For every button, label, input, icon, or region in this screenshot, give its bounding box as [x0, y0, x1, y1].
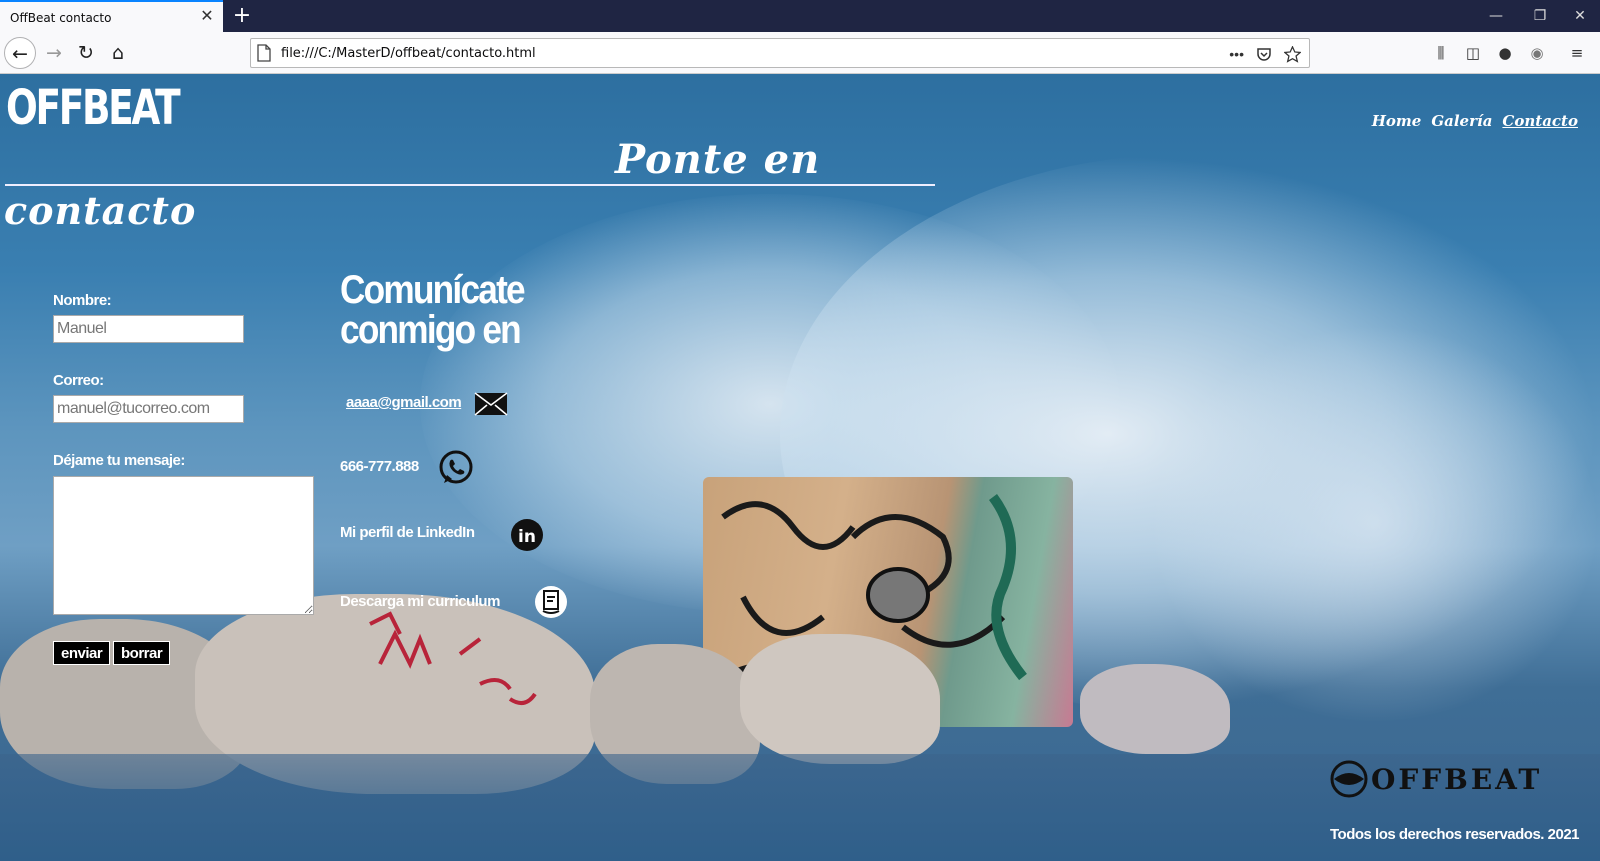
browser-toolbar: ← → ↻ ⌂ file:///C:/MasterD/offbeat/conta…	[0, 32, 1600, 74]
name-label: Nombre:	[53, 292, 112, 309]
linkedin-icon[interactable]: in	[510, 518, 544, 552]
reload-icon[interactable]: ↻	[70, 37, 102, 69]
browser-tab-bar: OffBeat contacto ✕ + — ❐ ✕	[0, 0, 1600, 32]
menu-icon[interactable]: ≡	[1566, 42, 1588, 64]
envelope-icon[interactable]	[474, 392, 508, 416]
phone-number: 666-777.888	[340, 458, 419, 475]
footer-logo-text: OFFBEAT	[1371, 763, 1542, 796]
url-text: file:///C:/MasterD/offbeat/contacto.html	[281, 46, 536, 61]
copyright-text: Todos los derechos reservados. 2021	[1330, 826, 1580, 843]
minimize-icon[interactable]: —	[1476, 4, 1516, 28]
pocket-icon[interactable]	[1256, 46, 1272, 62]
account-icon[interactable]: ●	[1494, 42, 1516, 64]
url-actions: •••	[1229, 43, 1301, 65]
site-nav: Home Galería Contacto	[1372, 112, 1578, 130]
back-arrow-icon[interactable]: ←	[4, 37, 36, 69]
email-link[interactable]: aaaa@gmail.com	[346, 394, 462, 411]
page-heading-line2: contacto	[4, 188, 197, 233]
web-page: OFFBEAT Home Galería Contacto Ponte en c…	[0, 74, 1600, 861]
nav-link-home[interactable]: Home	[1372, 112, 1422, 130]
svg-text:in: in	[518, 527, 536, 547]
cv-download-icon[interactable]	[534, 585, 568, 619]
tab-close-icon[interactable]: ✕	[197, 7, 217, 27]
close-window-icon[interactable]: ✕	[1560, 4, 1600, 28]
sidebar-icon[interactable]: ◫	[1462, 42, 1484, 64]
browser-tab[interactable]: OffBeat contacto ✕	[0, 0, 223, 32]
footer-logo[interactable]: OFFBEAT	[1327, 759, 1567, 799]
url-bar[interactable]: file:///C:/MasterD/offbeat/contacto.html…	[250, 38, 1310, 68]
site-logo[interactable]: OFFBEAT	[6, 80, 181, 136]
nav-link-galeria[interactable]: Galería	[1431, 112, 1492, 130]
bookmark-star-icon[interactable]	[1284, 45, 1301, 63]
contact-title: Comunícate conmigo en	[340, 268, 526, 352]
message-textarea[interactable]	[53, 476, 314, 615]
email-label: Correo:	[53, 372, 104, 389]
library-icon[interactable]: ⫼	[1430, 42, 1452, 64]
new-tab-icon[interactable]: +	[230, 3, 254, 29]
whatsapp-icon[interactable]	[438, 450, 474, 486]
reset-button[interactable]: borrar	[113, 641, 171, 665]
forward-arrow-icon[interactable]: →	[38, 37, 70, 69]
more-actions-icon[interactable]: •••	[1229, 46, 1244, 62]
email-input[interactable]	[53, 395, 244, 423]
name-input[interactable]	[53, 315, 244, 343]
cv-label[interactable]: Descarga mi curriculum	[340, 593, 500, 610]
restore-icon[interactable]: ❐	[1520, 4, 1560, 28]
heading-divider	[5, 184, 935, 186]
tab-title: OffBeat contacto	[10, 11, 112, 25]
extension-icon[interactable]: ◉	[1526, 42, 1548, 64]
page-icon	[257, 44, 271, 62]
nav-link-contacto[interactable]: Contacto	[1502, 112, 1578, 130]
home-icon[interactable]: ⌂	[102, 37, 134, 69]
submit-button[interactable]: enviar	[53, 641, 111, 665]
message-label: Déjame tu mensaje:	[53, 452, 185, 469]
linkedin-label[interactable]: Mi perfil de LinkedIn	[340, 524, 475, 541]
page-heading-line1: Ponte en	[615, 136, 821, 183]
